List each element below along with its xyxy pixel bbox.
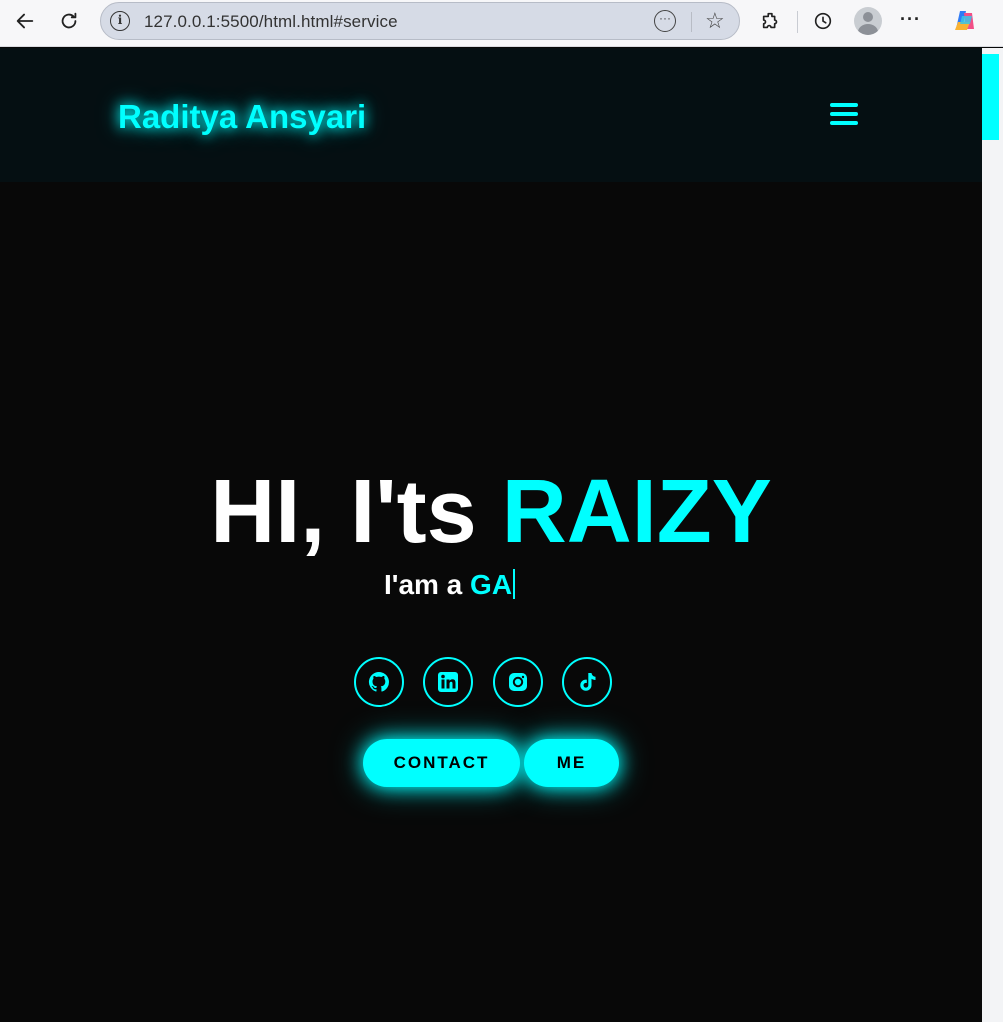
devtools-edge	[982, 48, 1003, 1022]
scrollbar-thumb[interactable]	[982, 54, 999, 140]
me-button[interactable]: ME	[524, 739, 619, 787]
instagram-link[interactable]	[493, 657, 543, 707]
typed-role-text: GA	[470, 569, 513, 600]
hamburger-menu-icon[interactable]	[830, 103, 858, 127]
hero-subtitle: I'am a GA	[384, 569, 516, 601]
extensions-icon[interactable]	[754, 4, 788, 38]
browser-toolbar: i 127.0.0.1:5500/html.html#service ··· ☆…	[0, 0, 1003, 47]
refresh-icon[interactable]	[52, 4, 86, 38]
copilot-icon[interactable]	[952, 8, 978, 34]
history-icon[interactable]	[806, 4, 840, 38]
social-links	[354, 657, 614, 707]
site-header: Raditya Ansyari	[0, 48, 982, 182]
subtitle-prefix: I'am a	[384, 569, 463, 600]
favorite-star-icon[interactable]: ☆	[705, 8, 725, 34]
more-options-icon[interactable]: ···	[900, 9, 921, 30]
linkedin-link[interactable]	[423, 657, 473, 707]
tiktok-icon	[580, 673, 596, 691]
hero-name: RAIZY	[501, 462, 772, 562]
back-icon[interactable]	[8, 4, 42, 38]
profile-avatar[interactable]	[854, 7, 882, 35]
url-text[interactable]: 127.0.0.1:5500/html.html#service	[144, 12, 398, 32]
page-actions-icon[interactable]: ···	[654, 10, 676, 32]
address-bar[interactable]: i 127.0.0.1:5500/html.html#service ··· ☆	[100, 2, 740, 40]
site-logo[interactable]: Raditya Ansyari	[118, 98, 366, 136]
site-info-icon[interactable]: i	[110, 11, 130, 31]
linkedin-icon	[438, 672, 458, 692]
github-icon	[368, 671, 389, 692]
portfolio-page: Raditya Ansyari HI, I'ts RAIZY I'am a GA	[0, 48, 982, 1022]
github-link[interactable]	[354, 657, 404, 707]
address-divider	[691, 12, 692, 32]
hero-greeting: HI, I'ts	[210, 462, 477, 562]
contact-button[interactable]: CONTACT	[363, 739, 520, 787]
tiktok-link[interactable]	[562, 657, 612, 707]
hero-title: HI, I'ts RAIZY	[0, 461, 982, 564]
toolbar-divider	[797, 11, 798, 33]
instagram-icon	[509, 673, 527, 691]
typing-cursor	[513, 569, 516, 599]
